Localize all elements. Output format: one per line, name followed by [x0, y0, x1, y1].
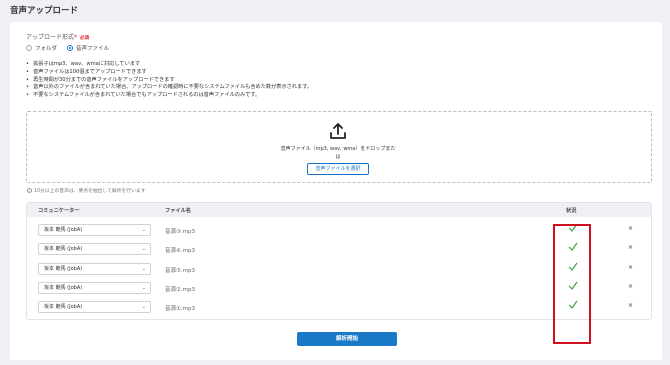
table-header: コミュニケーター ファイル名 状況: [27, 203, 651, 217]
info-note-text: 10分以上の音声は、要点を抽出して解析を行います: [34, 189, 146, 194]
upload-card: アップロード形式*必須 フォルダ 音声ファイル 拡張子はmp3、wav、wmaに…: [10, 22, 662, 360]
radio-folder[interactable]: フォルダ: [26, 44, 57, 52]
communicator-select[interactable]: 坂本 範馬 (JobA) ⌄: [38, 224, 151, 236]
chevron-down-icon: ⌄: [141, 246, 146, 252]
start-analysis-button[interactable]: 解析開始: [297, 332, 397, 346]
communicator-value: 坂本 範馬 (JobA): [44, 285, 83, 291]
remove-file-button[interactable]: ×: [628, 264, 633, 271]
note-item: 不要なシステムファイルが含まれていた場合でもアップロードされるのは音声ファイルの…: [26, 92, 312, 100]
note-item: 拡張子はmp3、wav、wmaに対応しています: [26, 61, 312, 69]
select-audio-file-button[interactable]: 音声ファイルを選択: [307, 163, 369, 175]
chevron-down-icon: ⌄: [141, 266, 146, 272]
upload-format-radio-group: フォルダ 音声ファイル: [26, 44, 109, 52]
communicator-value: 坂本 範馬 (JobA): [44, 227, 83, 233]
file-name: 音源③.mp3: [165, 229, 196, 235]
upload-format-label-text: アップロード形式: [26, 34, 75, 41]
info-note: i 10分以上の音声は、要点を抽出して解析を行います: [27, 187, 146, 194]
file-name: 音源④.mp3: [165, 248, 196, 254]
radio-audio-file[interactable]: 音声ファイル: [67, 44, 109, 52]
radio-folder-label: フォルダ: [35, 46, 58, 52]
header-status: 状況: [566, 208, 577, 214]
upload-format-label: アップロード形式* 必須: [26, 32, 89, 41]
file-name: 音源②.mp3: [165, 287, 196, 293]
required-badge: 必須: [80, 36, 90, 41]
chevron-down-icon: ⌄: [141, 227, 146, 233]
note-item: 音声ファイルは100個までアップロードできます: [26, 69, 312, 77]
dropzone-text: 音声ファイル（mp3, wav, wma）をドロップまたは: [280, 146, 396, 160]
communicator-select[interactable]: 坂本 範馬 (JobA) ⌄: [38, 263, 151, 275]
remove-file-button[interactable]: ×: [628, 302, 633, 309]
chevron-down-icon: ⌄: [141, 285, 146, 291]
upload-notes: 拡張子はmp3、wav、wmaに対応しています 音声ファイルは100個までアップ…: [26, 61, 312, 100]
radio-audio-file-label: 音声ファイル: [76, 46, 110, 52]
file-name: 音源⑤.mp3: [165, 268, 196, 274]
file-dropzone[interactable]: 音声ファイル（mp3, wav, wma）をドロップまたは 音声ファイルを選択: [26, 111, 652, 183]
communicator-value: 坂本 範馬 (JobA): [44, 304, 83, 310]
page-title: 音声アップロード: [10, 6, 79, 16]
communicator-value: 坂本 範馬 (JobA): [44, 266, 83, 272]
required-mark: *: [74, 34, 78, 41]
communicator-value: 坂本 範馬 (JobA): [44, 246, 83, 252]
communicator-select[interactable]: 坂本 範馬 (JobA) ⌄: [38, 282, 151, 294]
communicator-select[interactable]: 坂本 範馬 (JobA) ⌄: [38, 243, 151, 255]
remove-file-button[interactable]: ×: [628, 283, 633, 290]
header-filename: ファイル名: [165, 208, 191, 214]
communicator-select[interactable]: 坂本 範馬 (JobA) ⌄: [38, 301, 151, 313]
upload-icon: [330, 123, 346, 139]
radio-audio-file-dot[interactable]: [67, 45, 74, 51]
remove-file-button[interactable]: ×: [628, 244, 633, 251]
radio-folder-dot[interactable]: [26, 45, 32, 51]
remove-file-button[interactable]: ×: [628, 225, 633, 232]
file-name: 音源①.mp3: [165, 306, 196, 312]
status-column-highlight: [553, 224, 591, 344]
info-icon: i: [27, 188, 32, 193]
chevron-down-icon: ⌄: [141, 304, 146, 310]
header-communicator: コミュニケーター: [38, 208, 80, 214]
